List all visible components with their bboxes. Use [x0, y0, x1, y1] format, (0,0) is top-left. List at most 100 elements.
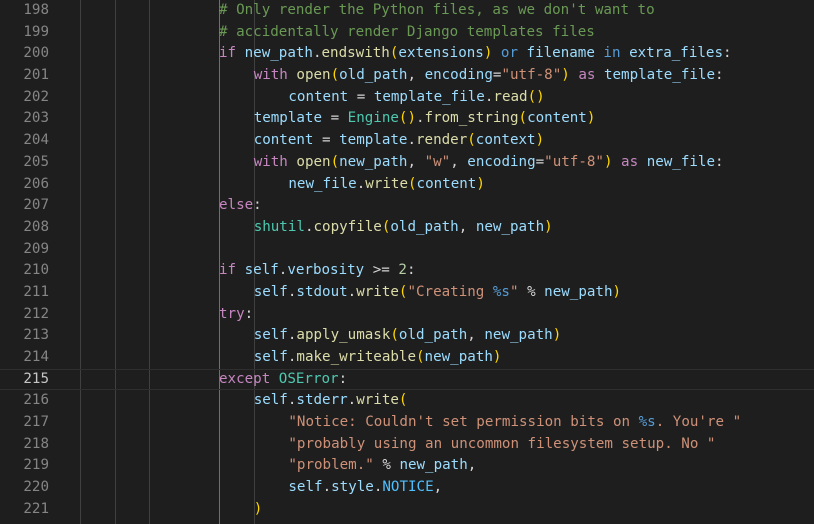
- code-token: # accidentally render Django templates f…: [219, 23, 595, 40]
- code-token: ): [612, 283, 622, 300]
- code-token: =: [322, 110, 348, 127]
- code-line[interactable]: 198 # Only render the Python files, as we…: [0, 0, 814, 22]
- code-token: content: [253, 132, 314, 149]
- code-line[interactable]: 212 try:: [0, 304, 814, 326]
- line-number: 212: [23, 305, 49, 322]
- code-token: ,: [407, 153, 425, 170]
- code-line[interactable]: 213 self.apply_umask(old_path, new_path): [0, 325, 814, 347]
- code-token: (: [408, 175, 417, 192]
- code-line[interactable]: 199 # accidentally render Django template…: [0, 22, 814, 44]
- code-line[interactable]: 206 new_file.write(content): [0, 174, 814, 196]
- code-token: make_writeable: [296, 349, 416, 365]
- code-token: old_path: [398, 327, 468, 344]
- code-token: new_path: [475, 218, 545, 235]
- code-token: ,: [467, 457, 477, 474]
- code-token: context: [475, 132, 536, 149]
- code-token: if: [219, 262, 245, 279]
- code-token: :: [715, 153, 724, 170]
- code-token: OSError: [278, 370, 339, 387]
- code-token: new_path: [544, 283, 613, 300]
- code-token: in: [594, 45, 630, 62]
- line-code: # accidentally render Django templates f…: [219, 22, 595, 44]
- code-token: =: [313, 132, 340, 149]
- line-code: with open(old_path, encoding="utf-8") as…: [254, 65, 724, 87]
- code-token: write: [356, 392, 399, 409]
- code-line[interactable]: 214 self.make_writeable(new_path): [0, 347, 814, 369]
- line-code: else:: [219, 195, 262, 217]
- line-code: template = Engine().from_string(content): [254, 108, 596, 130]
- line-code: try:: [219, 304, 253, 326]
- line-code: "Notice: Couldn't set permission bits on…: [288, 412, 741, 434]
- line-code: self.make_writeable(new_path): [254, 347, 502, 369]
- line-number: 211: [23, 283, 49, 300]
- code-token: new_path: [339, 153, 408, 170]
- code-token: >=: [364, 262, 399, 279]
- code-line[interactable]: 221): [0, 499, 814, 521]
- code-token: self: [244, 262, 279, 279]
- code-token: ): [603, 153, 613, 170]
- code-line[interactable]: 219 "problem." % new_path,: [0, 455, 814, 477]
- code-token: .: [322, 479, 332, 496]
- code-line[interactable]: 208 shutil.copyfile(old_path, new_path): [0, 217, 814, 239]
- code-token: (): [398, 110, 416, 127]
- code-line[interactable]: 218 "probably using an uncommon filesyste…: [0, 434, 814, 456]
- code-token: =: [535, 153, 545, 170]
- code-token: shutil: [253, 218, 305, 235]
- code-lines[interactable]: 198 # Only render the Python files, as we…: [0, 0, 814, 521]
- code-line[interactable]: 216 self.stderr.write(: [0, 390, 814, 412]
- code-token: render: [416, 132, 468, 149]
- code-line[interactable]: 211 self.stdout.write("Creating %s" % new…: [0, 282, 814, 304]
- code-token: open: [296, 67, 331, 84]
- code-line[interactable]: 210 if self.verbosity >= 2:: [0, 260, 814, 282]
- code-token: new_path: [244, 45, 313, 62]
- code-token: 2: [398, 262, 407, 279]
- code-token: %: [518, 283, 545, 300]
- code-line[interactable]: 200 if new_path.endswith(extensions) or f…: [0, 43, 814, 65]
- code-token: "w": [424, 153, 451, 170]
- code-token: :: [253, 197, 262, 214]
- code-token: Engine: [347, 110, 399, 127]
- line-code: if self.verbosity >= 2:: [219, 260, 415, 282]
- line-number: 209: [23, 240, 49, 257]
- line-number: 216: [23, 392, 49, 409]
- code-token: content: [527, 110, 587, 127]
- code-line[interactable]: 203 template = Engine().from_string(conte…: [0, 108, 814, 130]
- code-token: (: [518, 110, 528, 127]
- code-line[interactable]: 202 content = template_file.read(): [0, 87, 814, 109]
- code-token: (): [527, 88, 545, 105]
- code-token: ): [561, 67, 570, 84]
- code-token: old_path: [339, 67, 408, 84]
- code-token: with: [253, 67, 297, 84]
- code-token: "probably using an uncommon filesystem s…: [288, 435, 716, 452]
- line-code: with open(new_path, "w", encoding="utf-8…: [254, 152, 724, 174]
- code-token: self: [253, 283, 288, 300]
- code-token: from_string: [424, 110, 519, 127]
- code-token: (: [467, 132, 476, 149]
- line-code: except OSError:: [219, 369, 347, 391]
- code-token: content: [288, 88, 349, 105]
- line-number: 201: [23, 67, 49, 84]
- code-line[interactable]: 217 "Notice: Couldn't set permission bits…: [0, 412, 814, 434]
- code-token: (: [330, 153, 340, 170]
- code-token: apply_umask: [296, 327, 391, 344]
- line-number: 207: [23, 197, 49, 214]
- line-number: 198: [23, 2, 49, 18]
- code-token: new_file: [646, 153, 716, 170]
- code-line[interactable]: 201 with open(old_path, encoding="utf-8")…: [0, 65, 814, 87]
- code-line[interactable]: 215 except OSError:: [0, 369, 814, 391]
- line-code: # Only render the Python files, as we do…: [219, 0, 655, 22]
- line-number: 204: [23, 132, 49, 149]
- code-token: self: [253, 392, 288, 409]
- code-token: ,: [433, 479, 443, 496]
- code-line[interactable]: 209: [0, 239, 814, 261]
- code-token: new_path: [424, 349, 493, 365]
- code-line[interactable]: 220 self.style.NOTICE,: [0, 477, 814, 499]
- code-line[interactable]: 204 content = template.render(context): [0, 130, 814, 152]
- code-token: style: [331, 479, 374, 496]
- line-number: 214: [23, 349, 49, 365]
- code-line[interactable]: 207 else:: [0, 195, 814, 217]
- code-editor[interactable]: 198 # Only render the Python files, as we…: [0, 0, 814, 524]
- code-token: "Notice: Couldn't set permission bits on: [288, 414, 639, 431]
- code-token: NOTICE: [382, 479, 434, 496]
- code-line[interactable]: 205 with open(new_path, "w", encoding="ut…: [0, 152, 814, 174]
